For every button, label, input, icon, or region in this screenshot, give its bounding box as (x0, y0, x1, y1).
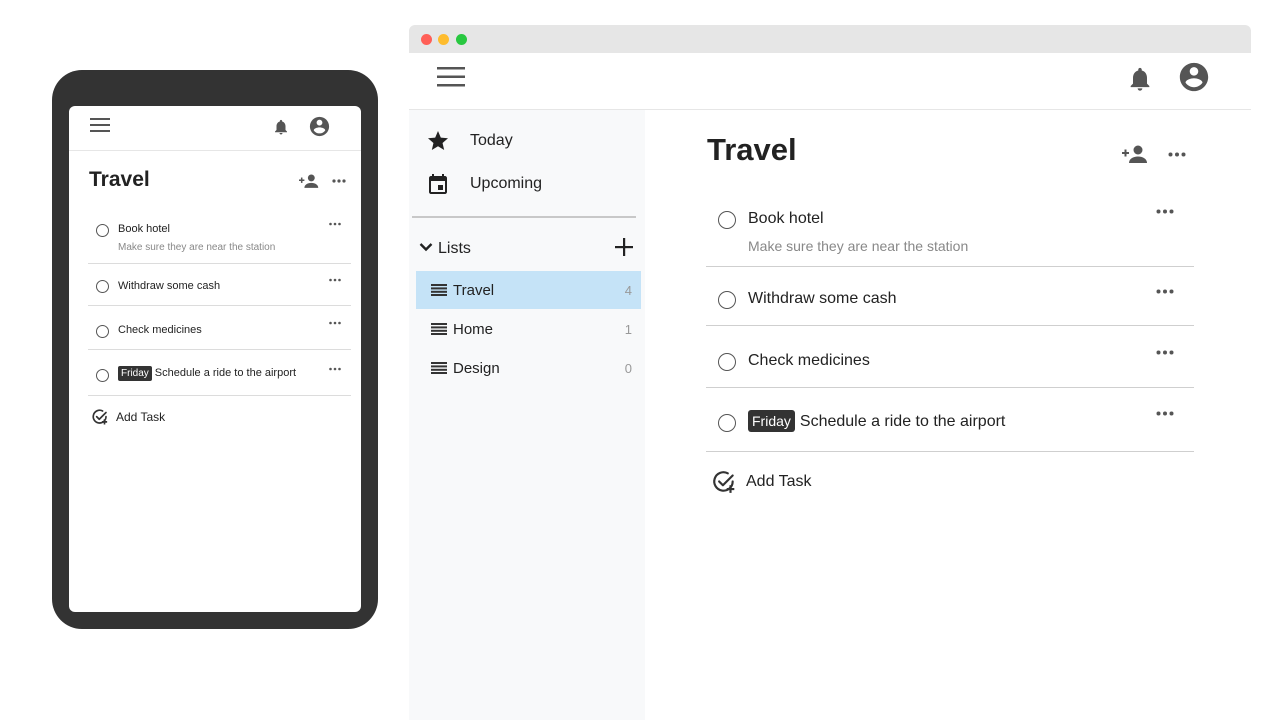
main-panel: Travel Book hotel Make sure they are nea… (645, 110, 1251, 720)
sidebar-list-travel[interactable]: Travel 4 (416, 271, 641, 309)
chevron-down-icon[interactable] (419, 242, 433, 252)
maximize-window-button[interactable] (456, 34, 467, 45)
phone-mockup: Travel Book hotel Make sure they are nea… (52, 70, 378, 629)
add-task-check-icon (92, 409, 108, 425)
more-horizontal-icon[interactable] (329, 321, 341, 325)
star-icon (428, 131, 448, 150)
plus-icon[interactable] (614, 237, 634, 257)
desktop-window: Today Upcoming Lists Travel 4 Home 1 Des… (409, 25, 1251, 720)
task-checkbox[interactable] (718, 353, 736, 371)
close-window-button[interactable] (421, 34, 432, 45)
list-lines-icon (431, 362, 447, 374)
bell-icon[interactable] (272, 116, 290, 138)
minimize-window-button[interactable] (438, 34, 449, 45)
list-title: Travel (89, 168, 150, 191)
sidebar-item-label: Upcoming (470, 175, 543, 192)
lists-label: Lists (438, 240, 471, 257)
list-count: 4 (624, 282, 632, 298)
task-checkbox[interactable] (718, 211, 736, 229)
task-checkbox[interactable] (718, 414, 736, 432)
task-title: Withdraw some cash (748, 290, 897, 307)
due-date-tag: Friday (748, 410, 795, 432)
add-task-label: Add Task (116, 410, 166, 424)
hamburger-menu-icon[interactable] (90, 118, 110, 132)
sidebar-item-today[interactable]: Today (426, 129, 513, 153)
task-list: Book hotel Make sure they are near the s… (88, 212, 351, 396)
more-horizontal-icon[interactable] (332, 179, 346, 183)
sidebar-list-home[interactable]: Home 1 (416, 310, 641, 348)
task-checkbox[interactable] (718, 291, 736, 309)
add-task-button[interactable]: Add Task (711, 469, 812, 495)
task-item[interactable]: Withdraw some cash (88, 264, 351, 306)
task-checkbox[interactable] (96, 325, 109, 338)
task-checkbox[interactable] (96, 280, 109, 293)
more-horizontal-icon[interactable] (1156, 289, 1174, 294)
sidebar-item-label: Today (470, 132, 513, 149)
list-actions (299, 174, 346, 188)
task-title: Schedule a ride to the airport (799, 413, 1006, 430)
task-note: Make sure they are near the station (748, 238, 969, 254)
more-horizontal-icon[interactable] (329, 367, 341, 371)
more-horizontal-icon[interactable] (329, 278, 341, 282)
list-name: Home (453, 320, 494, 338)
list-actions (1122, 145, 1186, 163)
more-horizontal-icon[interactable] (329, 222, 341, 226)
task-note: Make sure they are near the station (118, 242, 276, 253)
task-list: Book hotel Make sure they are near the s… (706, 194, 1194, 452)
add-person-icon[interactable] (1122, 145, 1148, 163)
sidebar-list-design[interactable]: Design 0 (416, 349, 641, 387)
task-item[interactable]: Withdraw some cash (706, 267, 1194, 326)
sidebar: Today Upcoming Lists Travel 4 Home 1 Des… (409, 110, 645, 720)
list-name: Design (453, 359, 500, 377)
add-task-label: Add Task (746, 473, 812, 490)
account-circle-icon[interactable] (308, 115, 331, 138)
sidebar-item-upcoming[interactable]: Upcoming (426, 172, 542, 196)
phone-header (69, 106, 361, 151)
list-title: Travel (707, 132, 797, 167)
task-title: Withdraw some cash (118, 280, 221, 292)
window-titlebar (409, 25, 1251, 53)
due-date-tag: Friday (118, 366, 152, 381)
task-item[interactable]: Book hotel Make sure they are near the s… (88, 212, 351, 264)
list-lines-icon (431, 284, 447, 296)
phone-screen: Travel Book hotel Make sure they are nea… (69, 106, 361, 612)
list-name: Travel (453, 281, 495, 299)
task-title: Book hotel (118, 223, 170, 235)
task-title-row: Friday Schedule a ride to the airport (118, 366, 296, 381)
list-count: 0 (624, 360, 632, 376)
hamburger-menu-icon[interactable] (437, 67, 465, 87)
list-count: 1 (624, 321, 632, 337)
more-horizontal-icon[interactable] (1168, 152, 1186, 157)
app-header (409, 53, 1251, 110)
list-lines-icon (431, 323, 447, 335)
bell-icon[interactable] (1126, 62, 1154, 96)
task-title-row: Friday Schedule a ride to the airport (748, 410, 1005, 432)
task-title: Schedule a ride to the airport (154, 367, 297, 379)
task-title: Check medicines (118, 324, 202, 336)
task-item[interactable]: Friday Schedule a ride to the airport (88, 350, 351, 396)
task-title: Check medicines (748, 352, 870, 369)
more-horizontal-icon[interactable] (1156, 411, 1174, 416)
add-person-icon[interactable] (299, 174, 319, 188)
task-item[interactable]: Check medicines (88, 306, 351, 350)
task-item[interactable]: Book hotel Make sure they are near the s… (706, 194, 1194, 267)
task-title: Book hotel (748, 210, 824, 227)
add-task-button[interactable]: Add Task (91, 408, 165, 426)
lists-section-header: Lists (419, 236, 634, 264)
more-horizontal-icon[interactable] (1156, 350, 1174, 355)
task-item[interactable]: Friday Schedule a ride to the airport (706, 388, 1194, 452)
calendar-icon (429, 174, 447, 194)
more-horizontal-icon[interactable] (1156, 209, 1174, 214)
task-checkbox[interactable] (96, 224, 109, 237)
task-item[interactable]: Check medicines (706, 326, 1194, 388)
add-task-check-icon (713, 471, 735, 493)
sidebar-divider (412, 216, 636, 218)
account-circle-icon[interactable] (1177, 60, 1211, 94)
task-checkbox[interactable] (96, 369, 109, 382)
